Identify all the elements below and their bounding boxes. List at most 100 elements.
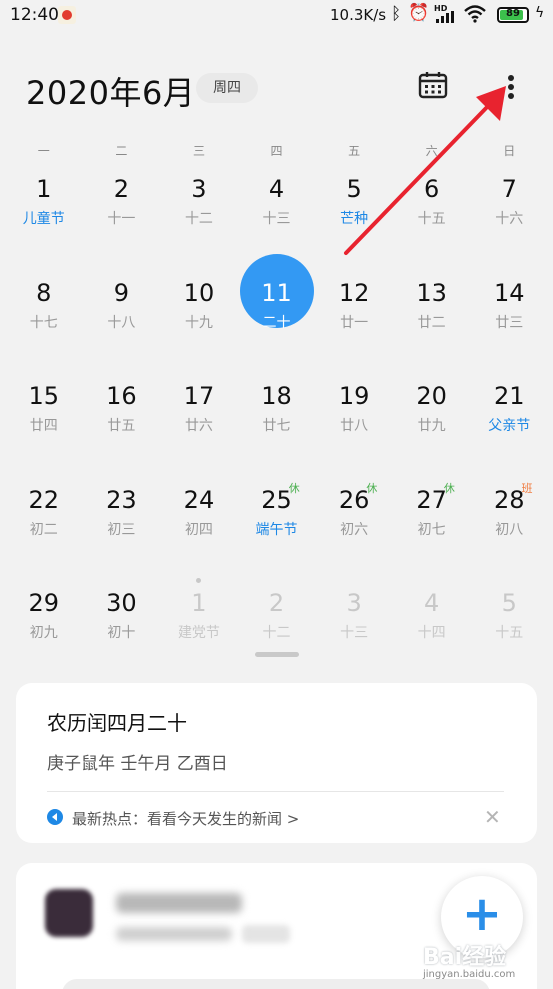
lunar-day-label: 初六 xyxy=(340,521,369,538)
signal-icon xyxy=(436,11,456,23)
calendar-day[interactable]: 2 十一 xyxy=(83,170,161,274)
calendar-day[interactable]: 20 廿九 xyxy=(393,377,471,481)
app-icon xyxy=(45,889,93,937)
day-number: 4 xyxy=(268,175,285,203)
calendar-day[interactable]: 2 十二 xyxy=(238,584,316,688)
more-vertical-icon[interactable] xyxy=(500,72,522,102)
calendar-day[interactable]: 30 初十 xyxy=(83,584,161,688)
calendar-day[interactable]: 6 十五 xyxy=(393,170,471,274)
day-number: 3 xyxy=(346,589,362,617)
lunar-day-label: 十八 xyxy=(107,314,136,331)
lunar-info-card[interactable]: 农历闰四月二十 庚子鼠年 壬午月 乙酉日 最新热点：看看今天发生的新闻 > ✕ xyxy=(16,683,537,843)
calendar-icon[interactable] xyxy=(418,70,448,100)
drag-handle[interactable] xyxy=(255,652,299,657)
day-number: 1 xyxy=(191,589,207,617)
calendar-day[interactable]: 16 廿五 xyxy=(83,377,161,481)
calendar-day[interactable]: 26 初六 休 xyxy=(315,481,393,585)
lunar-day-label: 初四 xyxy=(184,521,213,538)
calendar-day[interactable]: 14 廿三 xyxy=(470,274,548,378)
lunar-day-label: 十四 xyxy=(417,625,446,641)
lunar-day-label: 十五 xyxy=(495,625,524,641)
card-divider xyxy=(47,791,504,792)
rest-day-badge: 休 xyxy=(443,481,455,495)
day-number: 7 xyxy=(501,175,517,203)
calendar-day[interactable]: 28 初八 班 xyxy=(470,481,548,585)
day-number: 2 xyxy=(113,175,129,203)
day-number: 4 xyxy=(424,589,440,617)
event-dot xyxy=(195,578,201,583)
day-number: 5 xyxy=(346,175,362,203)
calendar-day[interactable]: 3 十三 xyxy=(315,584,393,688)
calendar-day[interactable]: 25 端午节 休 xyxy=(238,481,316,585)
watermark: Bai经验 jingyan.baidu.com xyxy=(423,939,515,980)
day-number: 10 xyxy=(183,278,215,307)
lunar-day-label: 十九 xyxy=(184,314,213,331)
calendar-day[interactable]: 23 初三 xyxy=(83,481,161,585)
lunar-day-label: 廿三 xyxy=(495,314,524,331)
rest-day-badge: 休 xyxy=(366,481,378,495)
rest-day-badge: 休 xyxy=(288,481,300,495)
weekday-label: 日 xyxy=(503,144,516,158)
day-number: 1 xyxy=(36,175,52,203)
weekday-label: 五 xyxy=(348,144,361,158)
calendar-day[interactable]: 13 廿二 xyxy=(393,274,471,378)
calendar-day[interactable]: 24 初四 xyxy=(160,481,238,585)
status-bar: 12:40 10.3K/s ᛒ ⏰ HD 89 ϟ xyxy=(0,0,553,30)
calendar-day[interactable]: 22 初二 xyxy=(5,481,83,585)
page-title: 2020年6月 xyxy=(26,74,196,112)
lunar-day-label: 廿六 xyxy=(184,418,213,434)
app-action-bar[interactable] xyxy=(62,979,490,989)
lunar-day-label: 十一 xyxy=(107,211,136,227)
day-number: 3 xyxy=(191,175,207,203)
weekday-header: 一二三四五六日 xyxy=(5,142,548,162)
calendar-day[interactable]: 27 初七 休 xyxy=(393,481,471,585)
speaker-icon xyxy=(47,809,63,825)
calendar-day[interactable]: 4 十四 xyxy=(393,584,471,688)
weekday-label: 四 xyxy=(270,144,283,158)
day-number: 26 xyxy=(338,485,370,514)
calendar-day-selected[interactable]: 11 二十 xyxy=(238,253,316,378)
holiday-label: 父亲节 xyxy=(488,418,531,434)
calendar-day[interactable]: 1 儿童节 xyxy=(5,170,83,274)
close-icon[interactable]: ✕ xyxy=(484,805,501,829)
calendar-day[interactable]: 1 建党节 xyxy=(160,578,238,688)
calendar-day[interactable]: 8 十七 xyxy=(5,274,83,378)
day-number: 8 xyxy=(36,278,52,307)
workday-badge: 班 xyxy=(521,481,533,495)
app-name-blurred xyxy=(116,893,242,913)
calendar-day[interactable]: 7 十六 xyxy=(470,170,548,274)
lunar-day-label: 初八 xyxy=(495,521,524,538)
network-speed: 10.3K/s xyxy=(330,6,387,24)
lunar-day-label: 十二 xyxy=(262,625,291,641)
calendar-day[interactable]: 5 芒种 xyxy=(315,170,393,274)
calendar-day[interactable]: 18 廿七 xyxy=(238,377,316,481)
calendar-day[interactable]: 5 十五 xyxy=(470,584,548,688)
calendar-day[interactable]: 17 廿六 xyxy=(160,377,238,481)
lunar-day-label: 十二 xyxy=(184,211,213,227)
weekday-label: 六 xyxy=(425,144,438,158)
lunar-day-label: 十三 xyxy=(262,211,291,227)
day-number: 2 xyxy=(268,589,285,617)
battery-icon: 89 xyxy=(497,7,529,23)
calendar-week-row: 15 廿四 16 廿五 17 廿六 18 廿七 19 廿八 20 廿九 21 父亲节 xyxy=(5,377,548,481)
wifi-icon xyxy=(464,5,486,23)
day-number: 5 xyxy=(501,589,517,617)
calendar-day[interactable]: 15 廿四 xyxy=(5,377,83,481)
bluetooth-icon: ᛒ xyxy=(391,4,402,24)
calendar-day[interactable]: 21 父亲节 xyxy=(470,377,548,481)
lunar-day-label: 初三 xyxy=(107,521,136,538)
calendar-day[interactable]: 9 十八 xyxy=(83,274,161,378)
calendar-day[interactable]: 3 十二 xyxy=(160,170,238,274)
plus-icon: + xyxy=(461,886,503,942)
calendar-day[interactable]: 29 初九 xyxy=(5,584,83,688)
day-number: 19 xyxy=(338,382,370,410)
calendar-day[interactable]: 12 廿一 xyxy=(315,274,393,378)
lunar-day-label: 初十 xyxy=(107,625,136,641)
calendar-day[interactable]: 19 廿八 xyxy=(315,377,393,481)
calendar-day[interactable]: 10 十九 xyxy=(160,274,238,378)
weekday-label: 二 xyxy=(115,144,128,158)
charging-icon: ϟ xyxy=(535,5,545,21)
news-link[interactable]: 最新热点：看看今天发生的新闻 > xyxy=(72,808,299,829)
battery-percent: 89 xyxy=(506,8,520,19)
day-number: 25 xyxy=(261,485,292,514)
